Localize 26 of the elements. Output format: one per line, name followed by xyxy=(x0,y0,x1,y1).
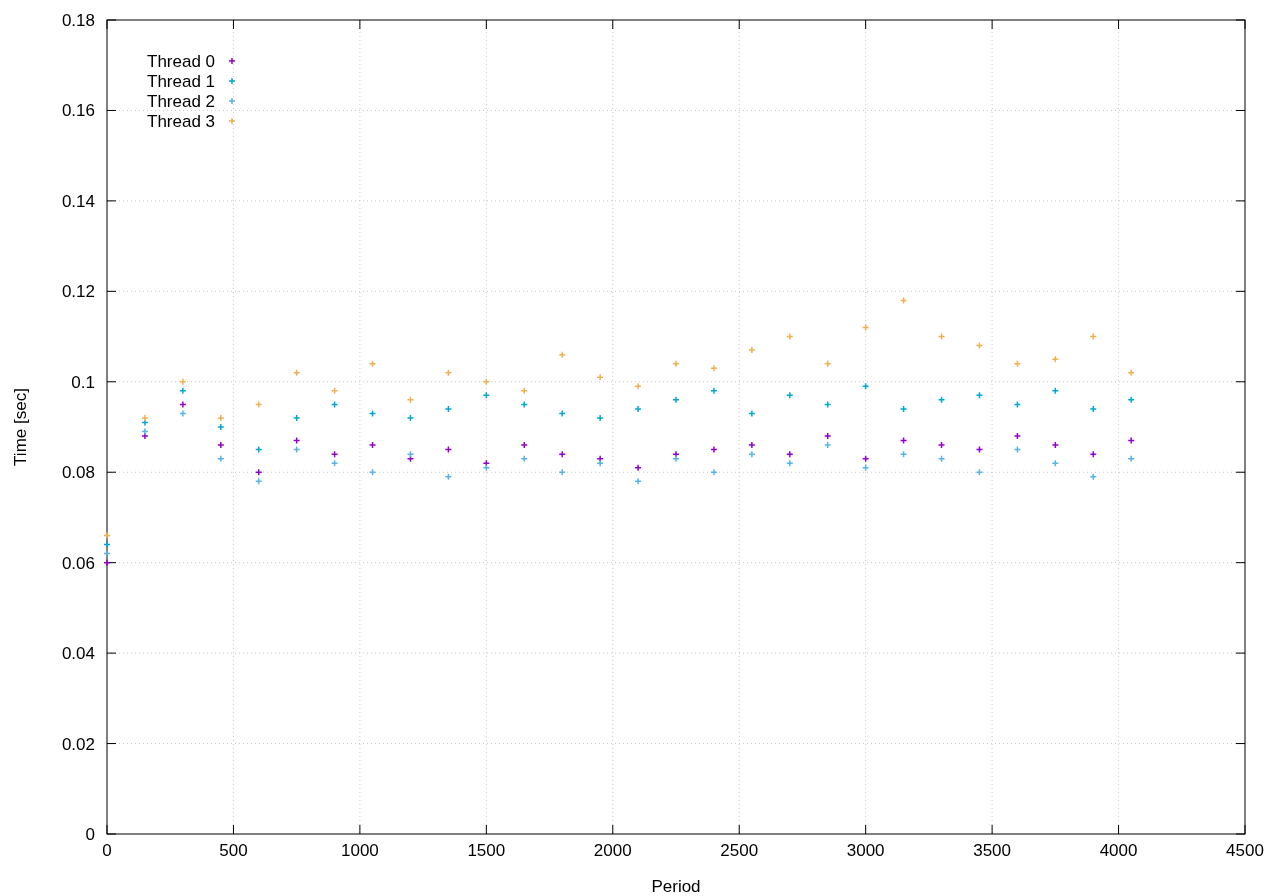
legend-label: Thread 1 xyxy=(147,72,216,91)
y-tick-label: 0.12 xyxy=(61,282,95,302)
y-tick-label: 0.02 xyxy=(61,734,95,754)
y-tick-label: 0.08 xyxy=(61,463,95,483)
x-tick-label: 3000 xyxy=(846,841,885,860)
y-tick-label: 0.04 xyxy=(61,644,95,664)
x-tick-label: 2500 xyxy=(720,841,759,860)
legend-label: Thread 2 xyxy=(147,92,216,111)
y-tick-label: 0.1 xyxy=(71,372,95,392)
y-tick-label: 0.16 xyxy=(61,101,95,121)
x-axis-title: Period xyxy=(651,877,701,896)
x-tick-label: 4500 xyxy=(1226,841,1264,860)
x-tick-label: 500 xyxy=(219,841,248,860)
x-tick-label: 3500 xyxy=(973,841,1012,860)
y-tick-label: 0.06 xyxy=(61,553,95,573)
y-tick-label: 0 xyxy=(85,825,95,844)
legend-label: Thread 0 xyxy=(147,52,216,71)
x-tick-label: 2000 xyxy=(593,841,632,860)
legend-label: Thread 3 xyxy=(147,112,216,131)
x-tick-label: 1000 xyxy=(340,841,379,860)
x-tick-label: 0 xyxy=(102,841,112,860)
y-axis-title: Time [sec] xyxy=(11,388,30,466)
x-tick-label: 4000 xyxy=(1099,841,1138,860)
y-tick-label: 0.18 xyxy=(61,11,95,30)
x-tick-label: 1500 xyxy=(467,841,506,860)
y-tick-label: 0.14 xyxy=(61,191,95,211)
